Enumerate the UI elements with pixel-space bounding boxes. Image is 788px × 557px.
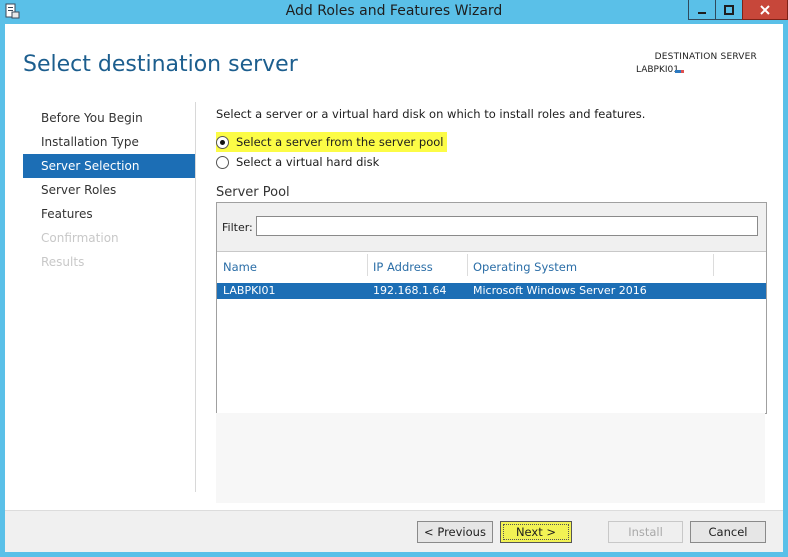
column-separator[interactable] xyxy=(467,254,468,276)
details-area xyxy=(216,413,765,503)
minimize-button[interactable] xyxy=(688,0,716,20)
column-header-operating-system[interactable]: Operating System xyxy=(473,260,577,274)
previous-button[interactable]: < Previous xyxy=(417,521,493,543)
maximize-button[interactable] xyxy=(715,0,743,20)
cancel-button[interactable]: Cancel xyxy=(690,521,766,543)
destination-server-value: LABPKI01 xyxy=(636,65,679,75)
minimize-icon xyxy=(698,11,706,14)
wizard-footer: < Previous Next > Install Cancel xyxy=(5,510,783,552)
cell-name: LABPKI01 xyxy=(223,284,276,297)
server-alert-icon xyxy=(681,70,684,73)
option-server-pool-label: Select a server from the server pool xyxy=(236,135,444,149)
wizard-window: Add Roles and Features Wizard Select des… xyxy=(0,0,788,557)
option-server-pool[interactable]: Select a server from the server pool xyxy=(216,132,448,152)
option-virtual-hard-disk-label: Select a virtual hard disk xyxy=(236,155,380,169)
nav-item-results: Results xyxy=(41,255,85,269)
title-bar[interactable]: Add Roles and Features Wizard xyxy=(0,0,788,24)
server-pool-grid: Filter: Name IP Address Operating System… xyxy=(216,202,767,414)
column-header-ip-address[interactable]: IP Address xyxy=(373,260,433,274)
next-button[interactable]: Next > xyxy=(500,521,572,543)
option-virtual-hard-disk[interactable]: Select a virtual hard disk xyxy=(216,152,379,172)
table-row[interactable]: LABPKI01 192.168.1.64 Microsoft Windows … xyxy=(217,283,766,299)
filter-label: Filter: xyxy=(222,221,253,234)
column-separator[interactable] xyxy=(367,254,368,276)
nav-item-confirmation: Confirmation xyxy=(41,231,119,245)
nav-item-before-you-begin[interactable]: Before You Begin xyxy=(23,106,195,130)
filter-input[interactable] xyxy=(256,216,758,236)
grid-header: Name IP Address Operating System xyxy=(217,252,766,280)
page-title: Select destination server xyxy=(23,52,298,77)
nav-divider xyxy=(195,102,196,492)
install-button: Install xyxy=(608,521,683,543)
destination-server-label: DESTINATION SERVER xyxy=(654,52,757,62)
radio-virtual-hard-disk[interactable] xyxy=(216,155,229,169)
column-separator[interactable] xyxy=(713,254,714,276)
nav-item-server-roles[interactable]: Server Roles xyxy=(23,178,195,202)
column-header-name[interactable]: Name xyxy=(223,260,257,274)
close-icon xyxy=(760,4,770,15)
server-pool-title: Server Pool xyxy=(216,185,290,200)
filter-bar: Filter: xyxy=(217,203,766,252)
intro-text: Select a server or a virtual hard disk o… xyxy=(216,107,646,121)
maximize-icon xyxy=(724,4,734,15)
cell-ip-address: 192.168.1.64 xyxy=(373,284,447,297)
cell-operating-system: Microsoft Windows Server 2016 xyxy=(473,284,647,297)
wizard-nav: Before You Begin Installation Type Serve… xyxy=(23,106,195,274)
radio-server-pool[interactable] xyxy=(216,135,229,149)
close-button[interactable] xyxy=(742,0,788,20)
wizard-content: Select destination server DESTINATION SE… xyxy=(5,24,783,551)
window-title: Add Roles and Features Wizard xyxy=(285,3,503,19)
nav-item-features[interactable]: Features xyxy=(23,202,195,226)
nav-item-server-selection[interactable]: Server Selection xyxy=(23,154,195,178)
nav-item-installation-type[interactable]: Installation Type xyxy=(23,130,195,154)
